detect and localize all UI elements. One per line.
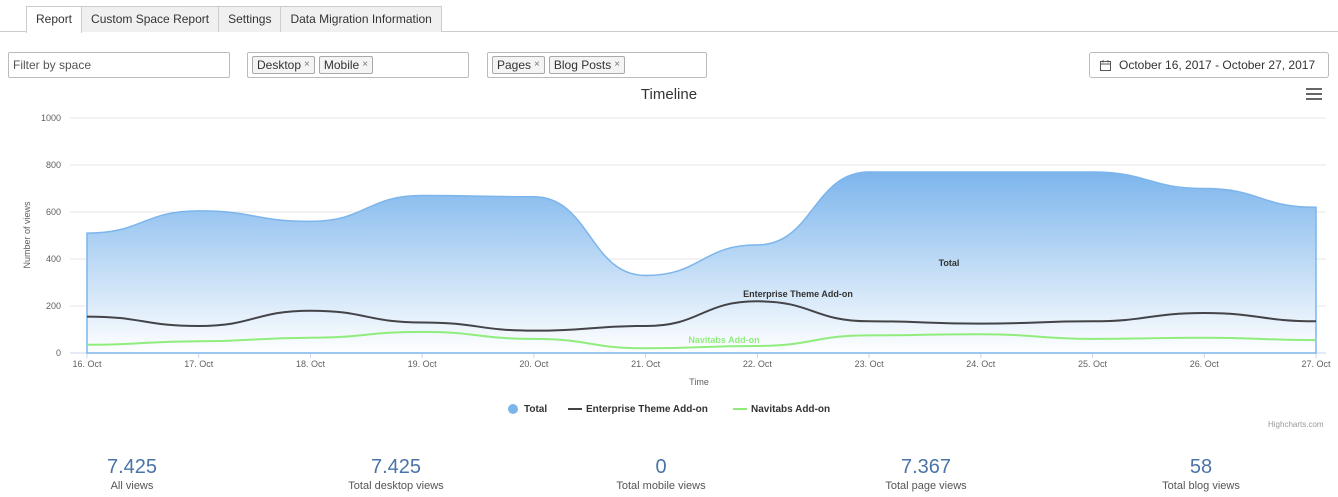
legend-item-enterprise[interactable]: Enterprise Theme Add-on <box>568 404 708 415</box>
chip-mobile-label: Mobile <box>323 58 360 72</box>
y-axis-label: Number of views <box>22 201 32 269</box>
series-label-total: Total <box>939 258 960 268</box>
x-tick-label: 27. Oct <box>1301 359 1331 369</box>
y-tick-label: 1000 <box>41 113 61 123</box>
y-tick-label: 200 <box>46 301 61 311</box>
x-tick-label: 22. Oct <box>743 359 773 369</box>
stat-all-views: 7.425 All views <box>22 455 242 493</box>
tab-custom-space-report[interactable]: Custom Space Report <box>81 6 220 32</box>
legend-item-total[interactable]: Total <box>508 404 547 415</box>
stat-total-desktop-views: 7.425 Total desktop views <box>286 455 506 493</box>
x-axis-label: Time <box>689 377 709 387</box>
y-tick-label: 800 <box>46 160 61 170</box>
chip-pages: Pages × <box>492 56 545 74</box>
calendar-icon <box>1100 59 1111 71</box>
stat-total-mobile-views: 0 Total mobile views <box>551 455 771 493</box>
stat-label: Total blog views <box>1162 480 1240 492</box>
chip-desktop-label: Desktop <box>257 58 302 72</box>
y-tick-label: 600 <box>46 207 61 217</box>
chip-blog-posts-remove-icon[interactable]: × <box>614 57 620 73</box>
legend-label-navitabs: Navitabs Add-on <box>751 404 830 415</box>
stat-value: 7.367 <box>900 456 952 478</box>
y-tick-label: 400 <box>46 254 61 264</box>
x-tick-label: 18. Oct <box>296 359 326 369</box>
stat-label: Total desktop views <box>348 480 444 492</box>
tab-data-migration-information[interactable]: Data Migration Information <box>280 6 442 32</box>
legend-item-navitabs[interactable]: Navitabs Add-on <box>733 404 830 415</box>
tab-report[interactable]: Report <box>26 6 83 33</box>
stat-label: Total page views <box>885 480 967 492</box>
stat-value: 7.425 <box>370 456 422 478</box>
stat-total-blog-views: 58 Total blog views <box>1091 455 1311 493</box>
series-label-enterprise: Enterprise Theme Add-on <box>743 289 853 299</box>
chip-blog-posts-label: Blog Posts <box>553 58 612 72</box>
stat-label: Total mobile views <box>616 480 706 492</box>
date-range-text: October 16, 2017 - October 27, 2017 <box>1119 58 1316 72</box>
legend-label-enterprise: Enterprise Theme Add-on <box>586 404 708 415</box>
x-tick-label: 21. Oct <box>631 359 661 369</box>
chip-pages-label: Pages <box>497 58 532 72</box>
x-tick-label: 24. Oct <box>966 359 996 369</box>
chip-pages-remove-icon[interactable]: × <box>534 57 540 73</box>
legend-label-total: Total <box>524 404 547 415</box>
space-filter-placeholder: Filter by space <box>13 58 92 72</box>
timeline-chart: 0 200 400 600 800 1000 16. Oct 17. Oct 18. Oct 1… <box>22 113 1331 415</box>
x-tick-label: 17. Oct <box>184 359 214 369</box>
chip-mobile-remove-icon[interactable]: × <box>362 57 368 73</box>
stat-total-page-views: 7.367 Total page views <box>816 455 1036 493</box>
series-total-area <box>86 171 1317 354</box>
tab-settings[interactable]: Settings <box>218 6 282 32</box>
x-tick-label: 26. Oct <box>1190 359 1220 369</box>
chip-desktop-remove-icon[interactable]: × <box>304 57 310 73</box>
date-range-picker[interactable]: October 16, 2017 - October 27, 2017 <box>1089 52 1329 78</box>
x-tick-label: 16. Oct <box>72 359 102 369</box>
space-filter-input[interactable]: Filter by space <box>8 52 230 78</box>
chart-legend: Total Enterprise Theme Add-on Navitabs A… <box>508 404 830 415</box>
chip-mobile: Mobile × <box>318 56 374 74</box>
content-type-filter-input[interactable]: Pages × Blog Posts × <box>487 52 707 78</box>
platform-filter-input[interactable]: Desktop × Mobile × <box>247 52 469 78</box>
series-label-navitabs: Navitabs Add-on <box>688 335 759 345</box>
stat-value: 58 <box>1189 456 1213 478</box>
chip-desktop: Desktop × <box>252 56 315 74</box>
stat-label: All views <box>110 480 154 492</box>
highcharts-credits[interactable]: Highcharts.com <box>1268 420 1324 429</box>
stat-value: 0 <box>655 456 667 478</box>
chip-blog-posts: Blog Posts × <box>548 56 626 74</box>
y-tick-label: 0 <box>56 348 61 358</box>
x-tick-label: 23. Oct <box>855 359 885 369</box>
x-tick-label: 19. Oct <box>408 359 438 369</box>
tab-bar: Report Custom Space Report Settings Data… <box>26 6 442 33</box>
x-tick-label: 20. Oct <box>519 359 549 369</box>
stat-value: 7.425 <box>106 456 158 478</box>
x-tick-label: 25. Oct <box>1078 359 1108 369</box>
